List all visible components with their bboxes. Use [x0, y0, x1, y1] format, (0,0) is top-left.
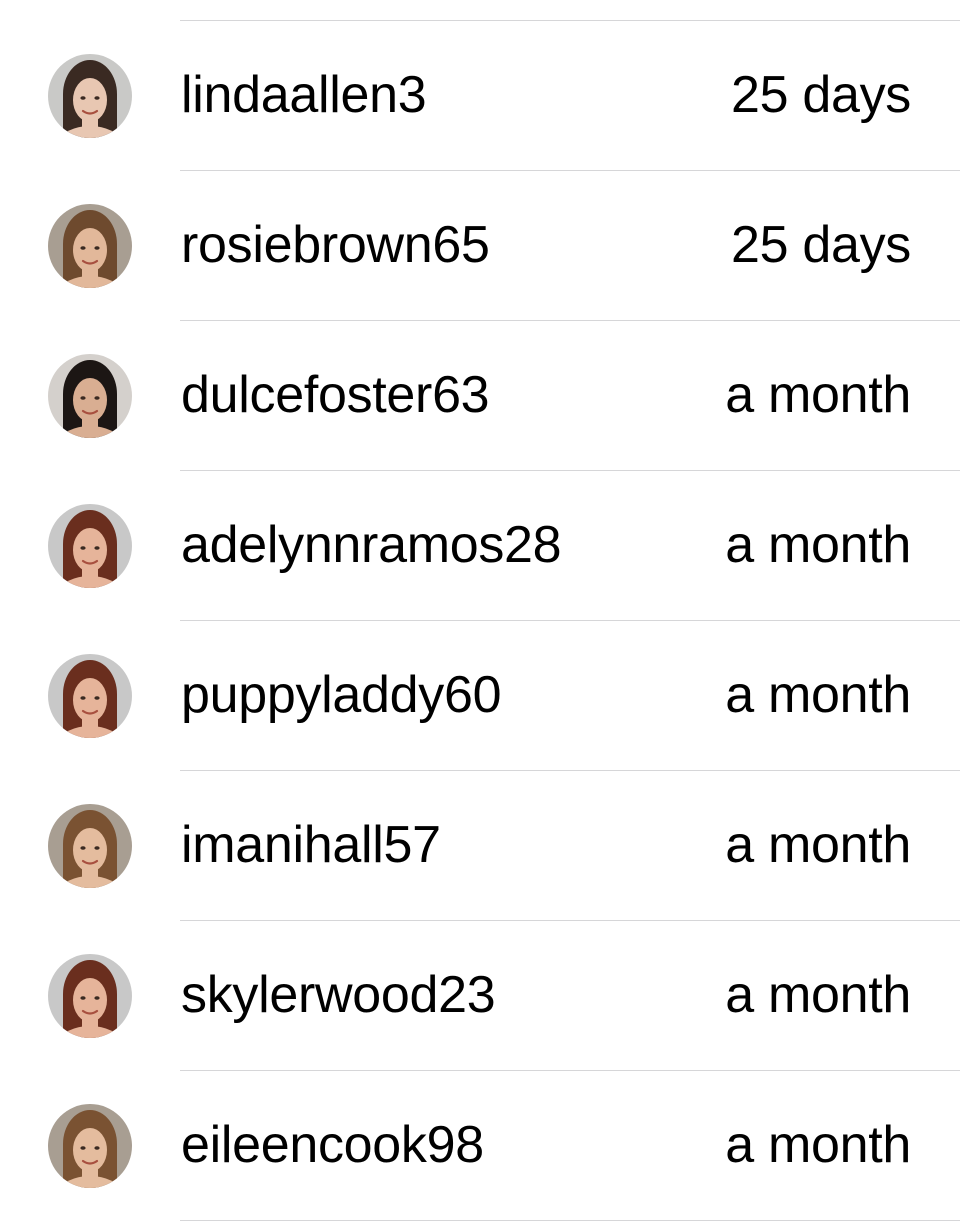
user-avatar-icon [48, 804, 132, 888]
avatar[interactable] [48, 204, 132, 288]
follow-time-label: 25 days [730, 66, 911, 124]
row-divider [180, 1220, 960, 1221]
avatar[interactable] [48, 354, 132, 438]
avatar[interactable] [48, 654, 132, 738]
username-label[interactable]: rosiebrown65 [181, 171, 490, 320]
follow-time-label: a month [725, 666, 911, 724]
user-avatar-icon [48, 504, 132, 588]
user-avatar-icon [48, 204, 132, 288]
follow-time-label: 25 days [730, 216, 911, 274]
follow-time-label: a month [725, 366, 911, 424]
avatar[interactable] [48, 54, 132, 138]
username-label[interactable]: eileencook98 [181, 1071, 484, 1220]
follower-row[interactable]: skylerwood23 a month [0, 921, 960, 1071]
username-label[interactable]: imanihall57 [181, 771, 441, 920]
user-avatar-icon [48, 1104, 132, 1188]
avatar[interactable] [48, 1104, 132, 1188]
follower-row[interactable]: eileencook98 a month [0, 1071, 960, 1221]
username-label[interactable]: dulcefoster63 [181, 321, 490, 470]
username-label[interactable]: puppyladdy60 [181, 621, 502, 770]
username-label[interactable]: skylerwood23 [181, 921, 496, 1070]
follower-row[interactable]: dulcefoster63 a month [0, 321, 960, 471]
follower-row[interactable]: rosiebrown65 25 days [0, 171, 960, 321]
follower-row[interactable]: adelynnramos28 a month [0, 471, 960, 621]
follower-row[interactable]: puppyladdy60 a month [0, 621, 960, 771]
username-label[interactable]: adelynnramos28 [181, 471, 562, 620]
user-avatar-icon [48, 954, 132, 1038]
follow-time-label: a month [725, 516, 911, 574]
follower-row[interactable]: imanihall57 a month [0, 771, 960, 921]
username-label[interactable]: lindaallen3 [181, 21, 427, 170]
avatar[interactable] [48, 504, 132, 588]
avatar[interactable] [48, 954, 132, 1038]
follower-row[interactable]: lindaallen3 25 days [0, 21, 960, 171]
follower-list: lindaallen3 25 days rosiebrown65 25 days dul… [0, 0, 960, 1232]
follow-time-label: a month [725, 966, 911, 1024]
user-avatar-icon [48, 354, 132, 438]
avatar[interactable] [48, 804, 132, 888]
user-avatar-icon [48, 654, 132, 738]
user-avatar-icon [48, 54, 132, 138]
follow-time-label: a month [725, 1116, 911, 1174]
follow-time-label: a month [725, 816, 911, 874]
